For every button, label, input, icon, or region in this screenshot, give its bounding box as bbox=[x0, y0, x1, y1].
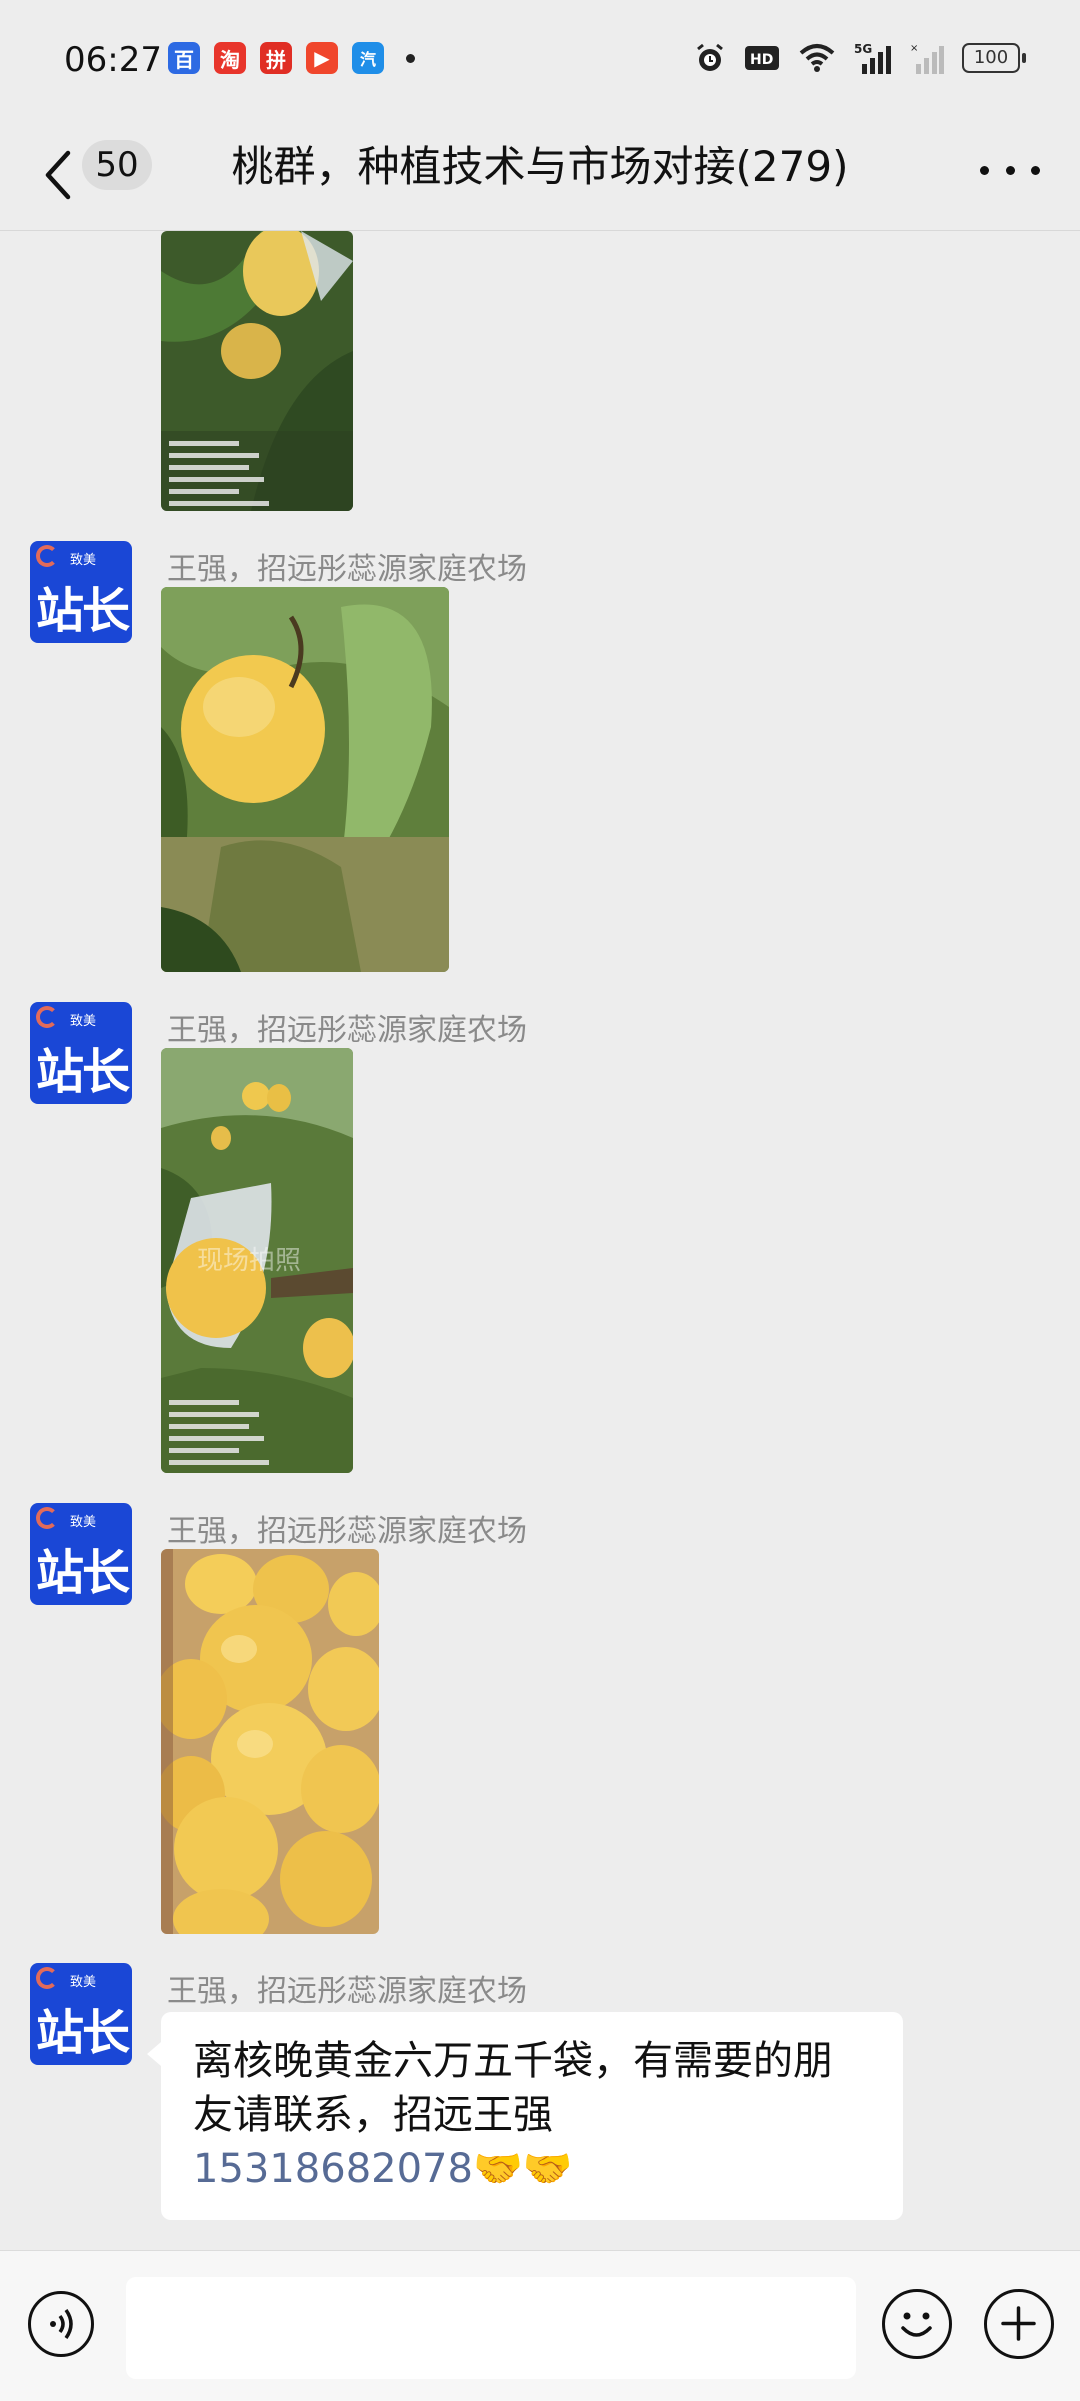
phone-number-link[interactable]: 15318682078 bbox=[193, 2146, 473, 2192]
more-notifications-dot-icon bbox=[406, 53, 415, 63]
battery-icon: 100 bbox=[962, 43, 1026, 73]
system-icons: HD 5G × 100 bbox=[694, 42, 1026, 74]
sender-name: 王强，招远彤蕊源家庭农场 bbox=[167, 1514, 527, 1549]
emoji-icon[interactable] bbox=[882, 2289, 952, 2359]
avatar-logo-icon bbox=[36, 1967, 58, 1989]
message-image-bagged-peach[interactable]: 现场拍照 bbox=[161, 1048, 353, 1473]
text-message-bubble[interactable]: 离核晚黄金六万五千袋，有需要的朋友请联系，招远王强 15318682078🤝🤝 bbox=[147, 2012, 903, 2220]
message-input-bar bbox=[0, 2250, 1080, 2401]
notification-app-icons: 百 淘 拼 ▶ 汽 bbox=[168, 42, 415, 74]
avatar-logo-icon bbox=[36, 545, 58, 567]
sender-name: 王强，招远彤蕊源家庭农场 bbox=[167, 1013, 527, 1048]
alarm-icon bbox=[697, 43, 723, 71]
voice-input-icon[interactable] bbox=[28, 2291, 94, 2357]
message-image-peaches-on-branch[interactable] bbox=[161, 231, 353, 511]
taobao-app-icon: 淘 bbox=[214, 42, 246, 74]
video-app-icon: ▶ bbox=[306, 42, 338, 74]
sender-name: 王强，招远彤蕊源家庭农场 bbox=[167, 1974, 527, 2009]
status-time: 06:27 bbox=[64, 40, 162, 80]
status-bar: 06:27 百 淘 拼 ▶ 汽 HD 5G × 100 bbox=[0, 0, 1080, 120]
sender-avatar[interactable]: 致美 站长 bbox=[30, 1503, 132, 1605]
svg-text:5G: 5G bbox=[854, 42, 872, 56]
avatar-logo-icon bbox=[36, 1507, 58, 1529]
message-image-peach-pile[interactable] bbox=[161, 1549, 379, 1934]
avatar-logo-icon bbox=[36, 1006, 58, 1028]
baidu-app-icon: 百 bbox=[168, 42, 200, 74]
add-attachment-icon[interactable] bbox=[984, 2289, 1054, 2359]
message-list[interactable]: 致美 站长 王强，招远彤蕊源家庭农场 致美 站长 王强，招远彤蕊源家庭农场 现场… bbox=[0, 231, 1080, 2250]
message-image-single-peach[interactable] bbox=[161, 587, 449, 972]
photo-watermark: 现场拍照 bbox=[197, 1246, 301, 1276]
wifi-icon bbox=[799, 44, 835, 72]
svg-text:HD: HD bbox=[750, 52, 773, 68]
sender-avatar[interactable]: 致美 站长 bbox=[30, 1963, 132, 2065]
svg-text:×: × bbox=[910, 43, 918, 54]
message-text: 离核晚黄金六万五千袋，有需要的朋友请联系，招远王强 bbox=[193, 2038, 833, 2138]
hd-icon: HD bbox=[745, 46, 779, 70]
signal-5g-icon: 5G bbox=[854, 42, 891, 74]
sender-avatar[interactable]: 致美 站长 bbox=[30, 541, 132, 643]
handshake-emoji: 🤝🤝 bbox=[472, 2146, 573, 2192]
message-text-input[interactable] bbox=[126, 2277, 856, 2379]
signal-empty-icon: × bbox=[910, 43, 944, 74]
more-options-icon[interactable] bbox=[980, 155, 1040, 185]
sender-name: 王强，招远彤蕊源家庭农场 bbox=[167, 552, 527, 587]
blue-app-icon: 汽 bbox=[352, 42, 384, 74]
pinduoduo-app-icon: 拼 bbox=[260, 42, 292, 74]
group-chat-title: 桃群，种植技术与市场对接(279) bbox=[231, 142, 849, 191]
sender-avatar[interactable]: 致美 站长 bbox=[30, 1002, 132, 1104]
